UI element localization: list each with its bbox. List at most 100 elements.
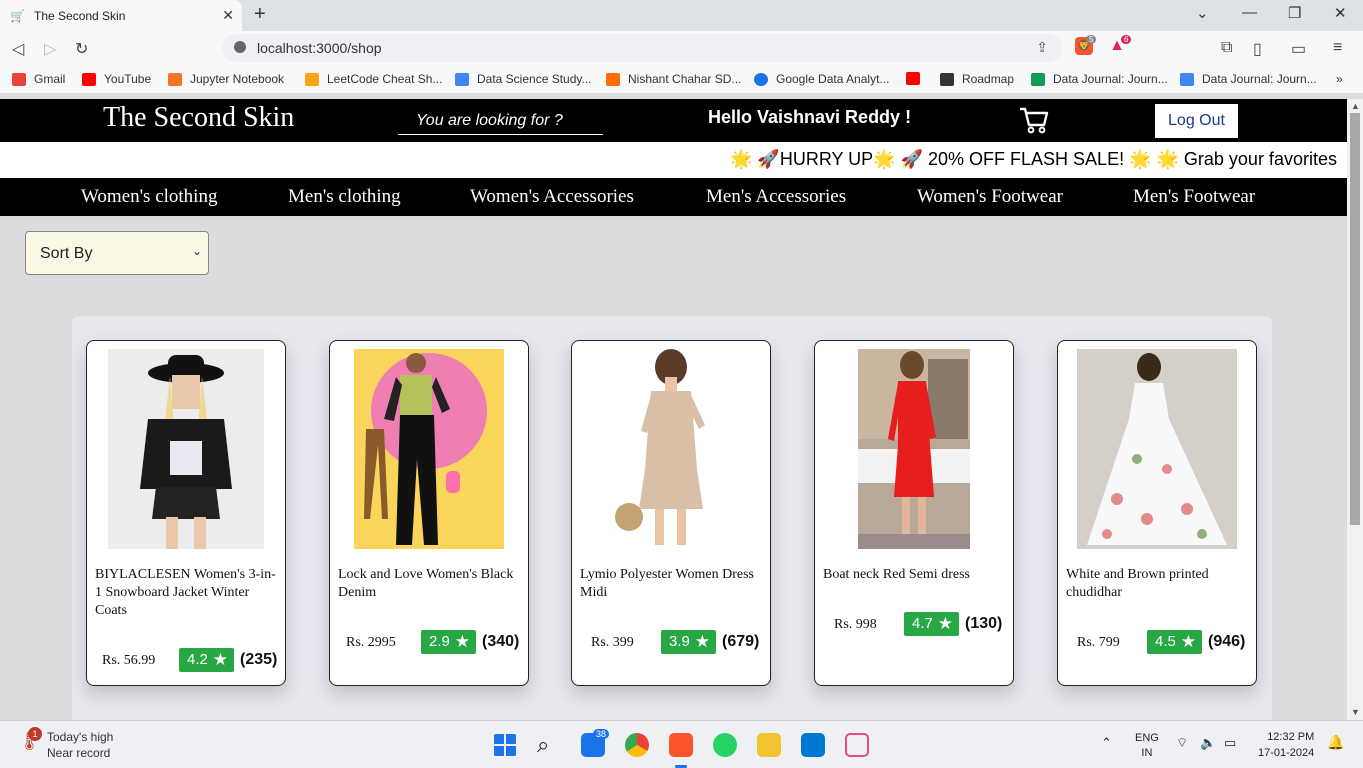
cart-icon[interactable] — [1018, 105, 1050, 135]
share-icon[interactable]: ⇪ — [1036, 39, 1048, 56]
product-card[interactable]: Lock and Love Women's Black Denim Rs. 29… — [329, 340, 529, 686]
mail-badge: 38 — [593, 729, 610, 739]
snipping-tool-icon[interactable] — [845, 733, 869, 757]
brand-logo[interactable]: The Second Skin — [103, 102, 294, 134]
wallet-icon[interactable]: ▭ — [1291, 39, 1306, 59]
product-name[interactable]: BIYLACLESEN Women's 3-in-1 Snowboard Jac… — [95, 566, 281, 620]
site-info-icon[interactable] — [234, 41, 246, 53]
scroll-up-icon[interactable]: ▲ — [1351, 101, 1360, 111]
product-name[interactable]: Lock and Love Women's Black Denim — [338, 566, 524, 602]
rating-badge: 2.9 ★ — [421, 630, 476, 654]
vscode-icon[interactable] — [801, 733, 825, 757]
tab-search-icon[interactable]: ⌄ — [1196, 4, 1209, 22]
close-tab-icon[interactable]: ✕ — [222, 7, 234, 24]
reload-icon[interactable]: ↻ — [75, 39, 88, 59]
product-price: Rs. 399 — [591, 635, 634, 650]
logout-button[interactable]: Log Out — [1154, 103, 1239, 139]
product-card[interactable]: Boat neck Red Semi dress Rs. 998 4.7 ★ (1… — [814, 340, 1014, 686]
bookmarks-bar: Gmail YouTube Jupyter Notebook LeetCode … — [0, 66, 1363, 94]
battery-icon[interactable]: ▭ — [1224, 735, 1236, 751]
more-bookmarks-icon[interactable]: » — [1336, 72, 1343, 86]
page-scrollbar[interactable]: ▲ ▼ — [1347, 99, 1363, 720]
product-name[interactable]: Lymio Polyester Women Dress Midi — [580, 566, 766, 602]
volume-icon[interactable]: 🔈 — [1200, 735, 1216, 751]
rating-count: (340) — [482, 633, 520, 650]
bookmark-roadmap[interactable]: Roadmap — [940, 72, 1014, 86]
tab-title: The Second Skin — [34, 8, 126, 23]
new-tab-button[interactable]: + — [254, 3, 266, 26]
rewards-badge: 6 — [1121, 35, 1132, 44]
browser-tab-strip: 🛒 The Second Skin ✕ + ⌄ — ❐ ✕ — [0, 0, 1363, 31]
wifi-icon[interactable]: ⌔ — [1176, 735, 1188, 751]
address-bar[interactable]: localhost:3000/shop ⇪ — [222, 34, 1062, 62]
search-input[interactable]: You are looking for ? — [398, 111, 603, 135]
nav-mens-footwear[interactable]: Men's Footwear — [1133, 186, 1255, 208]
chevron-down-icon: ⌄ — [191, 244, 202, 258]
brave-icon[interactable] — [669, 733, 693, 757]
weather-widget[interactable]: Today's high Near record — [47, 729, 113, 761]
scroll-down-icon[interactable]: ▼ — [1351, 707, 1360, 717]
forward-icon[interactable]: ▷ — [44, 39, 56, 59]
gmail-icon — [12, 72, 26, 86]
product-card[interactable]: White and Brown printed chudidhar Rs. 79… — [1057, 340, 1257, 686]
youtube-icon — [906, 72, 920, 85]
product-name[interactable]: Boat neck Red Semi dress — [823, 566, 1009, 584]
windows-start-icon[interactable] — [493, 733, 517, 757]
product-name[interactable]: White and Brown printed chudidhar — [1066, 566, 1252, 602]
cart-favicon-icon: 🛒 — [10, 8, 25, 23]
rating-badge: 4.7 ★ — [904, 612, 959, 636]
search-icon[interactable]: ⌕ — [537, 733, 561, 757]
product-price: Rs. 2995 — [346, 635, 396, 650]
coursera-icon — [754, 72, 768, 86]
star-icon: ★ — [212, 650, 228, 669]
bookmark-data-journal-2[interactable]: Data Journal: Journ... — [1180, 72, 1317, 86]
bookmark-gmail[interactable]: Gmail — [12, 72, 65, 86]
product-price: Rs. 56.99 — [102, 653, 156, 668]
menu-icon[interactable]: ≡ — [1333, 39, 1342, 57]
restore-icon[interactable]: ❐ — [1288, 4, 1301, 22]
shop-page: The Second Skin You are looking for ? He… — [0, 99, 1347, 720]
browser-tab[interactable]: 🛒 The Second Skin ✕ — [0, 0, 242, 31]
product-card[interactable]: BIYLACLESEN Women's 3-in-1 Snowboard Jac… — [86, 340, 286, 686]
close-window-icon[interactable]: ✕ — [1334, 4, 1347, 22]
rating-count: (946) — [1208, 633, 1246, 650]
star-icon: ★ — [937, 614, 953, 633]
scrollbar-thumb[interactable] — [1350, 113, 1360, 525]
nav-womens-accessories[interactable]: Women's Accessories — [470, 186, 634, 208]
sidebar-icon[interactable]: ▯ — [1253, 39, 1262, 59]
greeting-text: Hello Vaishnavi Reddy ! — [708, 107, 912, 127]
bookmark-google-data[interactable]: Google Data Analyt... — [754, 72, 889, 86]
bookmark-data-journal-1[interactable]: Data Journal: Journ... — [1031, 72, 1168, 86]
minimize-icon[interactable]: — — [1242, 4, 1257, 21]
coding-icon — [606, 72, 620, 86]
clock[interactable]: 12:32 PM 17-01-2024 — [1258, 729, 1314, 761]
nav-womens-footwear[interactable]: Women's Footwear — [917, 186, 1063, 208]
bookmark-data-science[interactable]: Data Science Study... — [455, 72, 592, 86]
bookmark-youtube[interactable]: YouTube — [82, 72, 151, 86]
bookmark-leetcode[interactable]: LeetCode Cheat Sh... — [305, 72, 442, 86]
product-card[interactable]: Lymio Polyester Women Dress Midi Rs. 399… — [571, 340, 771, 686]
nav-womens-clothing[interactable]: Women's clothing — [81, 186, 217, 208]
nav-mens-accessories[interactable]: Men's Accessories — [706, 186, 846, 208]
whatsapp-icon[interactable] — [713, 733, 737, 757]
product-price: Rs. 799 — [1077, 635, 1120, 650]
rating-badge: 3.9 ★ — [661, 630, 716, 654]
language-indicator[interactable]: ENG IN — [1135, 731, 1159, 761]
bookmark-youtube-2[interactable] — [906, 72, 928, 85]
notifications-icon[interactable]: 🔔 — [1327, 734, 1344, 751]
jupyter-icon — [168, 72, 182, 86]
ticker-text: 🌟 🚀HURRY UP🌟 🚀 20% OFF FLASH SALE! 🌟 🌟 G… — [730, 149, 1337, 169]
extensions-icon[interactable]: ⧉ — [1221, 39, 1232, 57]
file-explorer-icon[interactable] — [757, 733, 781, 757]
show-hidden-icons[interactable]: ⌃ — [1101, 735, 1112, 751]
star-icon: ★ — [454, 632, 470, 651]
weather-badge: 1 — [28, 727, 42, 741]
nav-mens-clothing[interactable]: Men's clothing — [288, 186, 401, 208]
bookmark-jupyter[interactable]: Jupyter Notebook — [168, 72, 284, 86]
star-icon: ★ — [1180, 632, 1196, 651]
sort-by-select[interactable]: Sort By ⌄ — [25, 231, 209, 275]
chrome-icon[interactable] — [625, 733, 649, 757]
product-image — [1077, 349, 1237, 549]
back-icon[interactable]: ◁ — [12, 39, 24, 59]
bookmark-nishant[interactable]: Nishant Chahar SD... — [606, 72, 741, 86]
